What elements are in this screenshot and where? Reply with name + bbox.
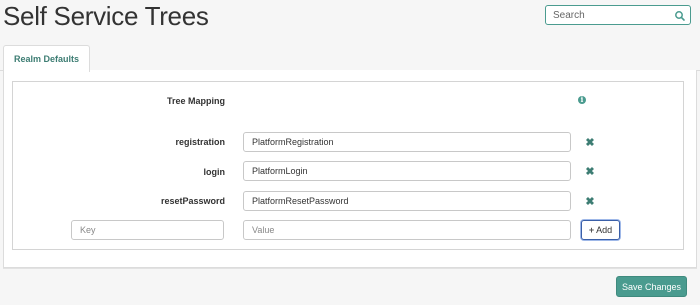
remove-icon[interactable]: ✖ <box>585 197 595 208</box>
plus-icon: + <box>588 225 595 235</box>
mapping-value-input[interactable] <box>243 132 571 152</box>
remove-icon[interactable]: ✖ <box>585 167 595 178</box>
add-button-label: Add <box>596 225 613 235</box>
search-icon[interactable] <box>674 9 686 21</box>
new-value-input[interactable] <box>243 220 571 240</box>
page-title: Self Service Trees <box>3 1 209 31</box>
mapping-value-input[interactable] <box>243 191 571 211</box>
add-button[interactable]: + Add <box>581 220 620 240</box>
tree-mapping-label: Tree Mapping <box>166 96 225 106</box>
mapping-key-label: resetPassword <box>160 196 225 206</box>
mapping-value-input[interactable] <box>243 161 571 181</box>
mapping-key-label: registration <box>175 137 225 147</box>
search-input[interactable] <box>546 6 672 24</box>
remove-icon[interactable]: ✖ <box>585 138 595 149</box>
tab-realm-defaults[interactable]: Realm Defaults <box>3 45 90 72</box>
mapping-key-label: login <box>203 167 226 177</box>
save-changes-button[interactable]: Save Changes <box>616 276 687 297</box>
footer-divider <box>3 268 697 269</box>
info-icon[interactable]: i <box>578 96 586 104</box>
search-box[interactable] <box>545 5 691 25</box>
new-key-input[interactable] <box>71 220 224 240</box>
